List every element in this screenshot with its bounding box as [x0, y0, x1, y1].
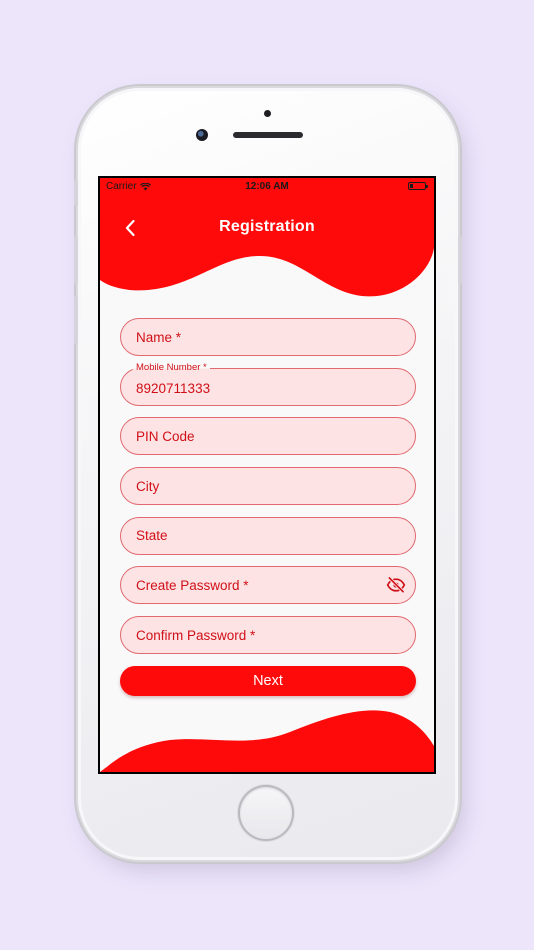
- app-screen: Carrier 12:06 AM Registration Name * Mob…: [100, 178, 434, 772]
- next-button[interactable]: Next: [120, 665, 416, 696]
- create-password-input[interactable]: [136, 567, 376, 604]
- header-wave: [100, 178, 434, 297]
- mobile-number-field: Mobile Number *: [120, 361, 416, 407]
- status-bar: Carrier 12:06 AM: [100, 178, 434, 194]
- registration-form: Mobile Number *: [120, 318, 416, 696]
- mobile-number-input[interactable]: [136, 370, 376, 407]
- battery-level: [410, 184, 413, 188]
- earpiece-speaker: [233, 132, 303, 138]
- front-camera: [196, 129, 208, 141]
- confirm-password-field: [120, 616, 416, 655]
- city-field: [120, 467, 416, 506]
- home-button[interactable]: [240, 787, 292, 839]
- volume-up-button: [74, 236, 78, 284]
- proximity-sensor: [264, 110, 271, 117]
- status-time: 12:06 AM: [245, 181, 289, 192]
- state-input[interactable]: [136, 517, 376, 554]
- create-password-field: [120, 566, 416, 605]
- footer-wave: [100, 710, 434, 772]
- pin-code-field: [120, 417, 416, 456]
- volume-down-button: [74, 296, 78, 344]
- confirm-password-input[interactable]: [136, 617, 376, 654]
- power-button: [458, 236, 462, 284]
- name-field: [120, 318, 416, 356]
- battery-icon: [408, 182, 428, 190]
- phone-screen: Carrier 12:06 AM Registration Name * Mob…: [98, 176, 436, 774]
- page-title: Registration: [219, 218, 315, 235]
- pin-code-input[interactable]: [136, 418, 376, 455]
- mute-switch: [74, 180, 78, 206]
- password-visibility-toggle[interactable]: [386, 575, 406, 595]
- state-field: [120, 516, 416, 555]
- city-input[interactable]: [136, 468, 376, 505]
- eye-off-icon: [386, 576, 406, 594]
- name-input[interactable]: [136, 319, 376, 355]
